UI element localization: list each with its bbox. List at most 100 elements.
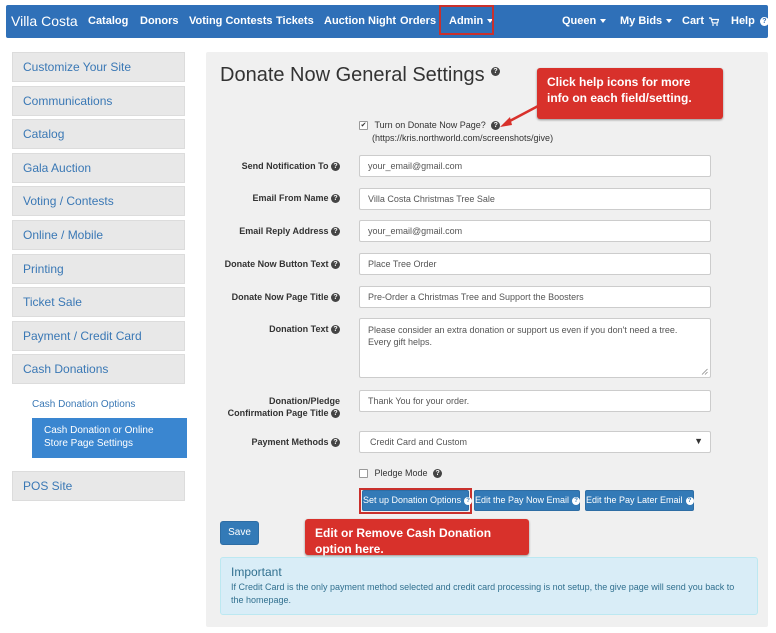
field-label-text: Email From Name bbox=[252, 193, 329, 203]
top-navbar: Villa Costa Catalog Donors Voting Contes… bbox=[6, 5, 769, 38]
send-notification-label: Send Notification To ? bbox=[242, 160, 340, 172]
sidebar-item-ticket-sale[interactable]: Ticket Sale bbox=[12, 287, 185, 318]
nav-cart-label: Cart bbox=[682, 15, 705, 27]
question-circle-icon[interactable]: ? bbox=[331, 162, 340, 172]
alert-body: If Credit Card is the only payment metho… bbox=[231, 582, 735, 605]
chevron-down-icon bbox=[666, 19, 673, 24]
edit-pay-later-email-button[interactable]: Edit the Pay Later Email? bbox=[585, 490, 694, 511]
edit-pay-now-email-button[interactable]: Edit the Pay Now Email? bbox=[474, 490, 581, 511]
setup-donation-options-button[interactable]: Set up Donation Options? bbox=[362, 490, 473, 511]
save-button[interactable]: Save bbox=[220, 521, 259, 545]
button-label: Set up Donation Options bbox=[363, 495, 462, 505]
turn-on-checkbox[interactable]: ✔ bbox=[359, 121, 368, 131]
donate-button-text-input[interactable]: Place Tree Order bbox=[359, 253, 711, 275]
email-reply-label: Email Reply Address ? bbox=[239, 225, 340, 237]
nav-cart[interactable]: Cart bbox=[682, 15, 720, 27]
alert-title: Important bbox=[231, 565, 282, 579]
chevron-down-icon: ▼ bbox=[694, 436, 703, 446]
sidebar-item-cash-donations[interactable]: Cash Donations bbox=[12, 354, 185, 385]
question-circle-icon[interactable]: ? bbox=[433, 469, 443, 479]
confirmation-title-label: Donation/Pledge Confirmation Page Title … bbox=[228, 395, 340, 419]
resize-handle-icon[interactable] bbox=[701, 368, 708, 375]
question-circle-icon: ? bbox=[464, 496, 473, 505]
email-reply-input[interactable]: your_email@gmail.com bbox=[359, 220, 711, 242]
sidebar-item-communications[interactable]: Communications bbox=[12, 85, 185, 116]
button-label: Edit the Pay Now Email bbox=[475, 495, 570, 505]
nav-queen[interactable]: Queen bbox=[562, 15, 607, 27]
brand-link[interactable]: Villa Costa bbox=[11, 13, 78, 29]
donation-text-label: Donation Text ? bbox=[269, 323, 340, 335]
sidebar-item-payment[interactable]: Payment / Credit Card bbox=[12, 320, 185, 351]
nav-voting-contests[interactable]: Voting Contests bbox=[189, 15, 273, 27]
admin-highlight-box bbox=[439, 5, 494, 35]
donation-text-value: Please consider an extra donation or sup… bbox=[368, 325, 678, 347]
shopping-cart-icon bbox=[709, 16, 720, 26]
field-label-text: Confirmation Page Title bbox=[227, 408, 329, 418]
sidebar-item-customize[interactable]: Customize Your Site bbox=[12, 52, 185, 82]
sidebar: Customize Your Site Communications Catal… bbox=[12, 52, 187, 505]
field-label-text: Donation/Pledge bbox=[268, 396, 340, 406]
sidebar-sub-page-settings[interactable]: Cash Donation or Online Store Page Setti… bbox=[32, 418, 187, 459]
question-circle-icon[interactable]: ? bbox=[331, 293, 340, 303]
question-circle-icon[interactable]: ? bbox=[331, 409, 340, 419]
question-circle-icon[interactable]: ? bbox=[491, 67, 500, 76]
field-label-text: Donation Text bbox=[269, 324, 329, 334]
question-circle-icon[interactable]: ? bbox=[491, 121, 501, 131]
nav-help[interactable]: Help ? bbox=[731, 15, 769, 27]
pledge-mode-label: Pledge Mode bbox=[374, 468, 428, 478]
payment-methods-label: Payment Methods ? bbox=[251, 436, 340, 448]
arrow-icon bbox=[500, 103, 541, 127]
question-circle-icon: ? bbox=[759, 16, 769, 26]
donation-text-textarea[interactable]: Please consider an extra donation or sup… bbox=[359, 318, 711, 378]
chevron-down-icon bbox=[600, 19, 607, 24]
donate-page-title-label: Donate Now Page Title ? bbox=[232, 291, 340, 303]
turn-on-label: Turn on Donate Now Page? bbox=[374, 120, 486, 130]
nav-catalog[interactable]: Catalog bbox=[88, 15, 128, 27]
field-label-text: Payment Methods bbox=[251, 437, 329, 447]
nav-queen-label: Queen bbox=[562, 15, 597, 27]
sidebar-item-online-mobile[interactable]: Online / Mobile bbox=[12, 219, 185, 250]
field-label-text: Email Reply Address bbox=[239, 226, 329, 236]
sidebar-submenu: Cash Donation Options Cash Donation or O… bbox=[32, 394, 187, 459]
payment-methods-select[interactable]: Credit Card and Custom ▼ bbox=[359, 431, 711, 453]
email-from-name-label: Email From Name ? bbox=[252, 192, 340, 204]
help-callout: Click help icons for more info on each f… bbox=[537, 68, 723, 119]
question-circle-icon: ? bbox=[572, 496, 581, 505]
payment-methods-value: Credit Card and Custom bbox=[370, 437, 468, 447]
sidebar-item-catalog[interactable]: Catalog bbox=[12, 119, 185, 150]
page-title: Donate Now General Settings bbox=[220, 64, 485, 86]
question-circle-icon[interactable]: ? bbox=[331, 260, 340, 270]
nav-my-bids-label: My Bids bbox=[620, 15, 663, 27]
sidebar-item-voting[interactable]: Voting / Contests bbox=[12, 186, 185, 217]
field-label-text: Send Notification To bbox=[241, 161, 329, 171]
question-circle-icon[interactable]: ? bbox=[331, 438, 340, 448]
nav-tickets[interactable]: Tickets bbox=[276, 15, 314, 27]
turn-on-url: (https://kris.northworld.com/screenshots… bbox=[372, 133, 554, 143]
sidebar-sub-cash-donation-options[interactable]: Cash Donation Options bbox=[32, 394, 185, 416]
nav-orders[interactable]: Orders bbox=[400, 15, 436, 27]
nav-auction-night[interactable]: Auction Night bbox=[324, 15, 396, 27]
question-circle-icon[interactable]: ? bbox=[331, 194, 340, 204]
nav-my-bids[interactable]: My Bids bbox=[620, 15, 673, 27]
edit-remove-callout: Edit or Remove Cash Donation option here… bbox=[305, 519, 529, 556]
question-circle-icon: ? bbox=[685, 496, 694, 505]
question-circle-icon[interactable]: ? bbox=[331, 227, 340, 237]
donate-button-text-label: Donate Now Button Text ? bbox=[225, 258, 340, 270]
field-label-text: Donate Now Page Title bbox=[231, 292, 329, 302]
question-circle-icon[interactable]: ? bbox=[331, 325, 340, 335]
nav-donors[interactable]: Donors bbox=[140, 15, 179, 27]
nav-help-label: Help bbox=[731, 15, 755, 27]
send-notification-input[interactable]: your_email@gmail.com bbox=[359, 155, 711, 177]
sidebar-item-gala-auction[interactable]: Gala Auction bbox=[12, 152, 185, 183]
email-from-name-input[interactable]: Villa Costa Christmas Tree Sale bbox=[359, 188, 711, 210]
sidebar-item-pos-site[interactable]: POS Site bbox=[12, 471, 185, 502]
confirmation-title-input[interactable]: Thank You for your order. bbox=[359, 390, 711, 412]
sidebar-item-printing[interactable]: Printing bbox=[12, 253, 185, 284]
pledge-mode-checkbox[interactable] bbox=[359, 469, 368, 479]
field-label-text: Donate Now Button Text bbox=[224, 259, 329, 269]
button-label: Edit the Pay Later Email bbox=[586, 495, 683, 505]
turn-on-row: ✔ Turn on Donate Now Page? ? bbox=[359, 120, 501, 131]
important-alert: Important If Credit Card is the only pay… bbox=[220, 557, 758, 615]
pledge-mode-row: Pledge Mode ? bbox=[359, 468, 443, 479]
donate-page-title-input[interactable]: Pre-Order a Christmas Tree and Support t… bbox=[359, 286, 711, 308]
